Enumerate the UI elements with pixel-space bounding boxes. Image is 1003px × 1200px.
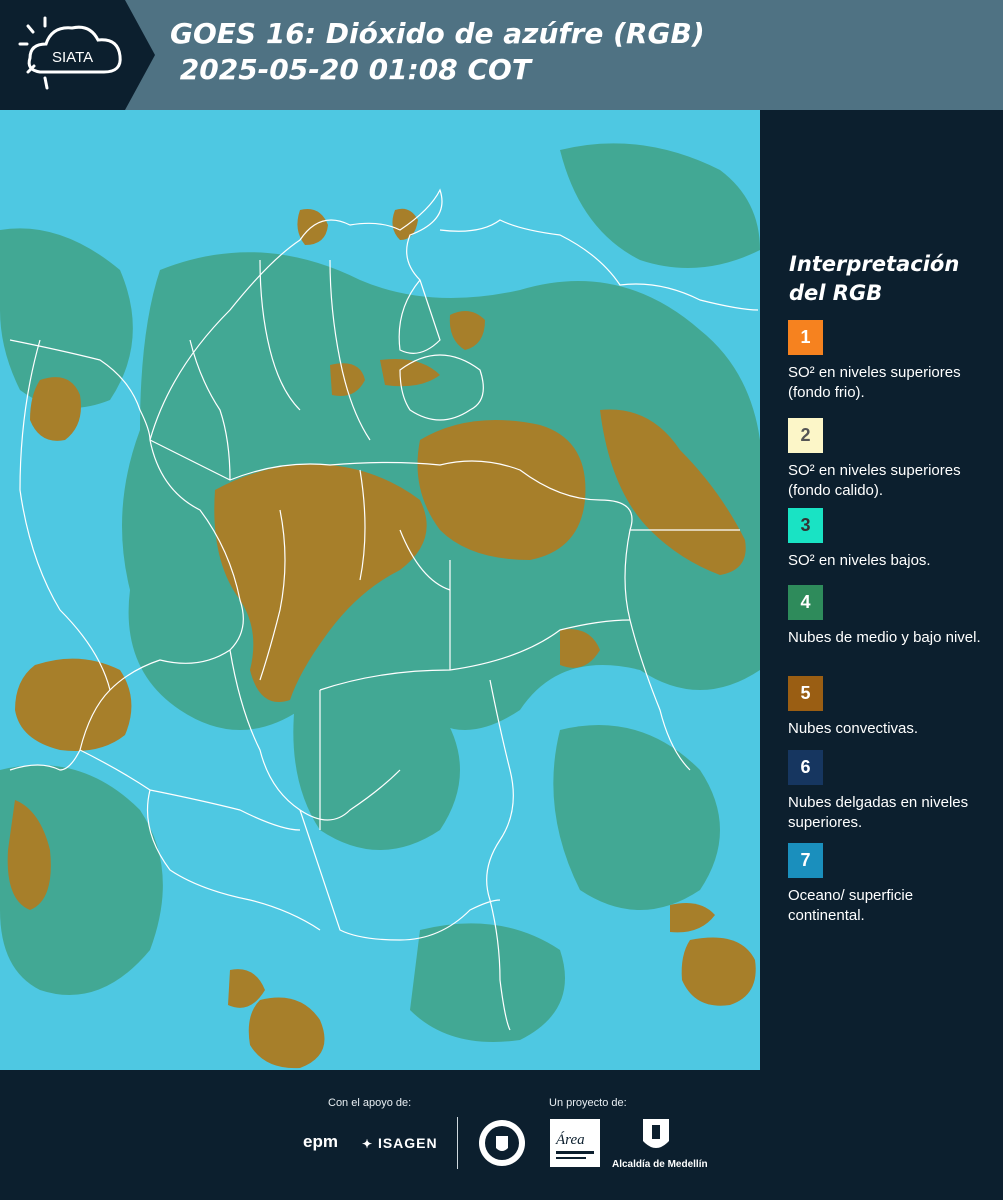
legend-item-7: 7 Oceano/ superficie continental.: [788, 843, 993, 926]
support-label: Con el apoyo de:: [328, 1097, 412, 1109]
legend-swatch: 4: [788, 585, 823, 620]
alcaldia-shield-icon: [643, 1119, 669, 1148]
logo-text: SIATA: [52, 49, 93, 66]
epm-logo: epm: [303, 1132, 338, 1151]
legend-swatch: 1: [788, 320, 823, 355]
medellin-seal-icon: [479, 1120, 525, 1166]
legend-label: SO² en niveles superiores (fondo calido)…: [788, 462, 961, 499]
legend-panel: Interpretación del RGB 1 SO² en niveles …: [760, 110, 1003, 1070]
legend-item-6: 6 Nubes delgadas en niveles superiores.: [788, 750, 993, 833]
legend-item-3: 3 SO² en niveles bajos.: [788, 508, 993, 571]
svg-text:Área: Área: [555, 1131, 585, 1148]
footer: Con el apoyo de: Un proyecto de: epm ✦ I…: [0, 1070, 1003, 1200]
page-title: GOES 16: Dióxido de azúfre (RGB) 2025-05…: [170, 17, 705, 86]
legend-item-2: 2 SO² en niveles superiores (fondo calid…: [788, 418, 993, 501]
legend-label: Nubes convectivas.: [788, 720, 919, 737]
satellite-image: [0, 110, 760, 1070]
legend-swatch: 5: [788, 676, 823, 711]
isagen-text: ISAGEN: [377, 1135, 438, 1151]
isagen-logo: ✦ ISAGEN: [362, 1135, 438, 1151]
legend-swatch: 2: [788, 418, 823, 453]
legend-label: Nubes de medio y bajo nivel.: [788, 629, 981, 646]
project-label: Un proyecto de:: [549, 1097, 627, 1109]
legend-title: Interpretación del RGB: [789, 252, 960, 305]
legend-item-4: 4 Nubes de medio y bajo nivel.: [788, 585, 993, 648]
satellite-map: [0, 110, 760, 1070]
legend-swatch: 6: [788, 750, 823, 785]
footer-divider: [457, 1117, 458, 1169]
legend-swatch: 7: [788, 843, 823, 878]
legend-label: Nubes delgadas en niveles superiores.: [788, 794, 969, 831]
legend-label: SO² en niveles superiores (fondo frio).: [788, 364, 961, 401]
siata-logo: SIATA: [0, 0, 155, 110]
area-metropolitana-logo: Área: [550, 1119, 600, 1167]
legend-item-1: 1 SO² en niveles superiores (fondo frio)…: [788, 320, 993, 403]
legend-label: SO² en niveles bajos.: [788, 552, 931, 569]
legend-swatch: 3: [788, 508, 823, 543]
legend-item-5: 5 Nubes convectivas.: [788, 676, 993, 739]
isagen-icon: ✦: [362, 1137, 374, 1151]
legend-label: Oceano/ superficie continental.: [788, 887, 914, 924]
header-bar: SIATA GOES 16: Dióxido de azúfre (RGB) 2…: [0, 0, 1003, 110]
alcaldia-label: Alcaldía de Medellín: [612, 1159, 708, 1170]
